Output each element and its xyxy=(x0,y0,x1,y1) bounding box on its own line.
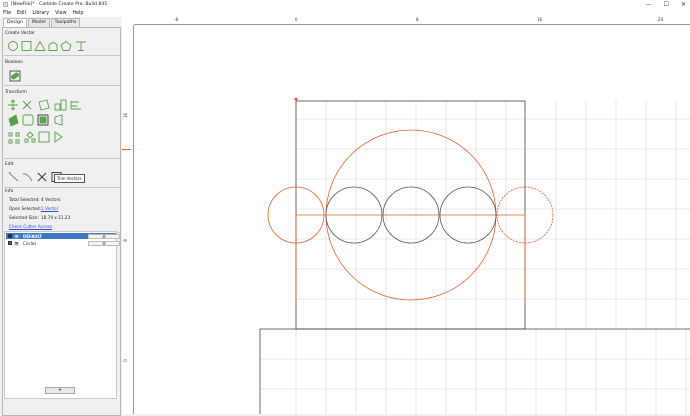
ruler-label: -8 xyxy=(174,17,178,22)
layer-name: DEFAULT xyxy=(23,233,43,239)
ruler-label: 16 xyxy=(537,17,543,22)
table-outline xyxy=(259,328,690,414)
open-selected-link[interactable]: 1 Vector xyxy=(41,206,58,211)
divider xyxy=(4,158,120,159)
window-title: [NewFile]* - Carbide Create Pro, Build 8… xyxy=(11,2,108,7)
panel-tabs: Design Model Toolpaths xyxy=(3,18,81,27)
join-vectors-icon[interactable] xyxy=(22,173,33,182)
menu-help[interactable]: Help xyxy=(73,11,84,16)
section-create-vector: Create Vector xyxy=(5,31,35,36)
layer-color-swatch[interactable] xyxy=(8,234,12,238)
align-icon[interactable] xyxy=(70,101,81,110)
ruler-label: 16 xyxy=(123,112,129,119)
total-selected-value: 4 Vectors xyxy=(41,197,61,202)
maximize-icon[interactable]: ☐ xyxy=(664,1,669,8)
vertical-ruler: 16 8 0 xyxy=(122,25,134,414)
text-tool-icon[interactable] xyxy=(76,41,86,51)
visibility-eye-icon[interactable]: 👁 xyxy=(14,234,23,239)
menu-bar: File Edit Library View Help xyxy=(0,9,690,17)
layers-list: 👁 DEFAULT ⚙ 👁 Circles ⚙ + xyxy=(4,231,120,399)
curve-tool-icon[interactable] xyxy=(48,42,58,51)
boolean-union-icon[interactable] xyxy=(9,70,21,82)
menu-view[interactable]: View xyxy=(55,11,66,16)
circle-tool-icon[interactable] xyxy=(8,41,18,51)
ruler-label: 0 xyxy=(122,359,128,362)
title-bar: [NewFile]* - Carbide Create Pro, Build 8… xyxy=(0,0,690,9)
selected-size-label: Selected Size: xyxy=(9,215,39,220)
scale-icon[interactable] xyxy=(22,100,32,110)
move-icon[interactable] xyxy=(8,99,18,111)
mirror-icon[interactable] xyxy=(54,103,61,111)
layer-settings-gear-icon[interactable]: ⚙ xyxy=(88,240,120,246)
node-edit-icon[interactable] xyxy=(8,171,19,182)
menu-library[interactable]: Library xyxy=(32,11,49,16)
ruler-label: 8 xyxy=(122,239,128,242)
weld-icon[interactable] xyxy=(54,131,63,143)
minimize-icon[interactable]: — xyxy=(646,1,652,8)
horizontal-ruler: -8 0 8 16 24 xyxy=(134,17,690,25)
section-boolean: Boolean xyxy=(5,60,23,65)
selected-size: Selected Size: 18.74 x 11.23 xyxy=(9,215,70,220)
section-transform: Transform xyxy=(5,90,27,95)
app-icon xyxy=(3,2,8,7)
trim-vectors-icon[interactable] xyxy=(37,172,47,182)
close-icon[interactable]: ✕ xyxy=(681,1,686,8)
menu-edit[interactable]: Edit xyxy=(17,11,26,16)
fillet-icon[interactable] xyxy=(22,114,34,126)
add-layer-button[interactable]: + xyxy=(45,387,75,394)
window-controls: — ☐ ✕ xyxy=(646,0,686,9)
total-selected-label: Total Selected: xyxy=(9,197,40,202)
drawing-area[interactable] xyxy=(134,25,690,414)
left-panel: Design Model Toolpaths Create Vector Boo… xyxy=(0,17,122,416)
selected-size-value: 18.74 x 11.23 xyxy=(41,215,71,220)
divider xyxy=(4,55,120,56)
ruler-label: 0 xyxy=(295,17,298,22)
check-cutter-access-link[interactable]: Check Cutter Access xyxy=(9,224,52,229)
ruler-label: 8 xyxy=(416,17,419,22)
rotate-icon[interactable] xyxy=(38,99,50,111)
tab-design[interactable]: Design xyxy=(3,18,27,27)
layer-name: Circles xyxy=(23,240,37,246)
shear-icon[interactable] xyxy=(54,114,63,126)
pentagon-tool-icon[interactable] xyxy=(60,40,72,51)
nest-icon[interactable] xyxy=(38,131,50,143)
section-info: Info xyxy=(5,189,14,194)
trim-vectors-tooltip: Trim Vectors xyxy=(54,174,85,183)
open-selected: Open Selected: 1 Vector xyxy=(9,206,58,211)
tab-toolpaths[interactable]: Toolpaths xyxy=(50,18,81,27)
grid-lines xyxy=(260,101,690,414)
open-selected-label: Open Selected: xyxy=(9,206,42,211)
polygon-tool-icon[interactable] xyxy=(34,40,46,51)
offset-icon[interactable] xyxy=(8,114,19,127)
section-edit: Edit xyxy=(5,162,14,167)
rectangle-tool-icon[interactable] xyxy=(21,41,32,51)
divider xyxy=(4,85,120,86)
total-selected: Total Selected: 4 Vectors xyxy=(9,197,61,202)
divider xyxy=(4,187,120,188)
ruler-label: 24 xyxy=(658,17,664,22)
layer-row-circles[interactable]: 👁 Circles ⚙ xyxy=(6,240,120,246)
layer-color-swatch[interactable] xyxy=(8,241,12,245)
visibility-eye-icon[interactable]: 👁 xyxy=(14,241,23,246)
layer-row-default[interactable]: 👁 DEFAULT ⚙ xyxy=(6,233,120,239)
design-canvas[interactable]: -8 0 8 16 24 16 8 0 xyxy=(122,17,690,414)
menu-file[interactable]: File xyxy=(3,11,11,16)
circular-array-icon[interactable] xyxy=(24,131,36,143)
array-icon[interactable] xyxy=(8,132,20,144)
side-line-vector[interactable] xyxy=(295,215,526,301)
transform-tools xyxy=(8,99,81,144)
layer-settings-gear-icon[interactable]: ⚙ xyxy=(88,233,120,239)
create-vector-tools xyxy=(8,40,86,51)
ruler-cursor-marker xyxy=(122,149,131,150)
mirror-icon-b xyxy=(60,99,67,111)
tab-model[interactable]: Model xyxy=(27,18,50,27)
